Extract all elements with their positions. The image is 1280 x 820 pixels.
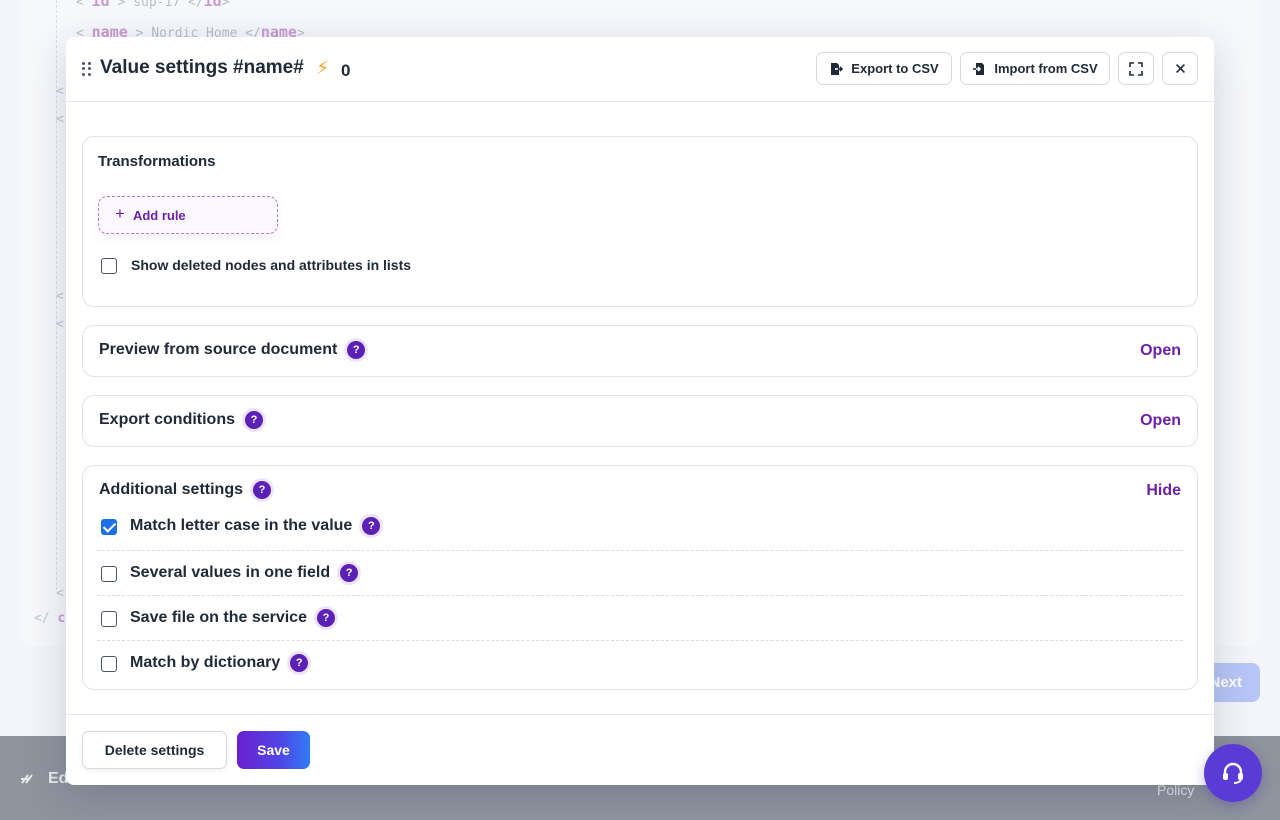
match-dictionary-checkbox[interactable] xyxy=(101,656,117,672)
code-bracket: < xyxy=(56,84,64,99)
preview-card: Preview from source document ? Open xyxy=(82,325,1198,377)
headset-icon xyxy=(1223,762,1243,784)
export-conditions-open-link[interactable]: Open xyxy=(1140,412,1181,430)
import-file-icon xyxy=(973,62,985,75)
additional-settings-hide-link[interactable]: Hide xyxy=(1146,482,1181,500)
transformations-card: Transformations + Add rule Show deleted … xyxy=(82,136,1198,307)
drag-handle-icon[interactable] xyxy=(82,62,92,76)
code-bracket: < xyxy=(56,317,64,332)
close-icon xyxy=(1175,64,1185,73)
several-values-label: Several values in one field ? xyxy=(130,564,359,582)
save-button[interactable]: Save xyxy=(237,731,310,769)
help-icon[interactable]: ? xyxy=(362,517,381,535)
delete-settings-button[interactable]: Delete settings xyxy=(82,731,227,769)
modal-header: Value settings #name# ⚡ 0 Export to CSV … xyxy=(66,37,1214,102)
bolt-count: 0 xyxy=(341,61,351,80)
expand-icon xyxy=(1129,61,1143,76)
add-rule-button[interactable]: + Add rule xyxy=(98,196,278,234)
row-divider xyxy=(97,550,1183,551)
help-icon[interactable]: ? xyxy=(316,609,335,627)
footer-logo: Ed xyxy=(20,770,68,788)
row-divider xyxy=(97,595,1183,596)
close-button[interactable] xyxy=(1162,52,1198,85)
export-file-icon xyxy=(831,62,844,75)
lightning-icon: ⚡ xyxy=(316,58,330,79)
plus-icon: + xyxy=(115,204,125,223)
brand-logo-icon xyxy=(21,774,33,784)
additional-settings-card: Additional settings ? Hide Match letter … xyxy=(82,465,1198,690)
export-csv-button[interactable]: Export to CSV xyxy=(816,52,952,85)
row-divider xyxy=(97,640,1183,641)
show-deleted-label: Show deleted nodes and attributes in lis… xyxy=(131,257,412,273)
help-icon[interactable]: ? xyxy=(253,481,271,499)
import-csv-button[interactable]: Import from CSV xyxy=(960,52,1110,85)
match-dictionary-label: Match by dictionary ? xyxy=(130,654,309,672)
code-bracket: < xyxy=(56,586,64,601)
code-bracket: </ c xyxy=(34,611,66,626)
help-icon[interactable]: ? xyxy=(290,654,309,672)
several-values-checkbox[interactable] xyxy=(101,566,117,582)
modal-footer: Delete settings Save xyxy=(66,714,1214,785)
match-letter-case-checkbox[interactable] xyxy=(101,519,117,535)
fullscreen-button[interactable] xyxy=(1118,52,1154,85)
code-bracket: < xyxy=(56,112,64,127)
help-icon[interactable]: ? xyxy=(340,564,359,582)
match-letter-case-label: Match letter case in the value ? xyxy=(130,517,381,535)
save-file-checkbox[interactable] xyxy=(101,611,117,627)
modal-title: Value settings #name# xyxy=(100,57,304,78)
value-settings-modal: Value settings #name# ⚡ 0 Export to CSV … xyxy=(66,37,1214,785)
help-icon[interactable]: ? xyxy=(347,341,366,359)
export-conditions-title: Export conditions ? xyxy=(99,411,263,429)
support-chat-button[interactable] xyxy=(1204,744,1262,802)
export-conditions-card: Export conditions ? Open xyxy=(82,395,1198,447)
save-file-label: Save file on the service ? xyxy=(130,609,335,627)
code-bracket: < xyxy=(56,289,64,304)
preview-open-link[interactable]: Open xyxy=(1140,342,1181,360)
transformations-title: Transformations xyxy=(98,153,216,170)
show-deleted-checkbox[interactable] xyxy=(101,258,117,274)
preview-title: Preview from source document ? xyxy=(99,341,366,359)
help-icon[interactable]: ? xyxy=(245,411,263,429)
additional-settings-title: Additional settings ? xyxy=(99,481,271,499)
code-line-id: < id > sup-17 </id> xyxy=(76,0,230,10)
